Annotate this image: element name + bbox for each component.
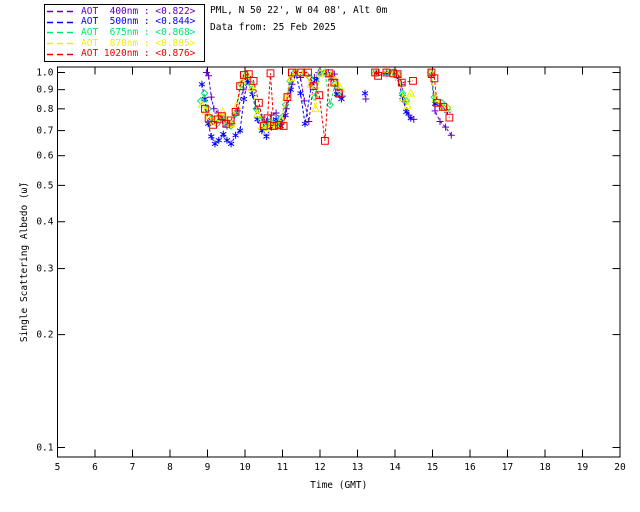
x-tick-label: 18 <box>539 462 551 473</box>
x-tick-label: 11 <box>277 462 289 473</box>
x-tick-label: 10 <box>239 462 251 473</box>
y-axis-label: Single Scattering Albedo (ω̃) <box>19 182 30 342</box>
y-tick-label: 0.8 <box>36 104 53 115</box>
x-tick-label: 8 <box>167 462 173 473</box>
y-tick-label: 0.1 <box>36 443 53 454</box>
series-markers-500nm <box>199 69 345 147</box>
series-675nm <box>198 69 451 130</box>
x-tick-label: 16 <box>464 462 476 473</box>
x-tick-label: 14 <box>389 462 401 473</box>
x-tick-label: 13 <box>352 462 363 473</box>
x-tick-label: 15 <box>427 462 438 473</box>
x-tick-label: 9 <box>205 462 211 473</box>
y-tick-label: 0.5 <box>36 180 53 191</box>
x-tick-label: 6 <box>92 462 98 473</box>
y-tick-label: 0.9 <box>36 85 53 96</box>
x-tick-label: 12 <box>314 462 325 473</box>
plot-canvas: AOT 400nm : <0.822>AOT 500nm : <0.844>AO… <box>0 0 640 512</box>
y-tick-label: 0.3 <box>36 264 53 275</box>
y-tick-label: 1.0 <box>36 68 53 79</box>
series-markers-500nm <box>362 90 368 97</box>
x-tick-label: 17 <box>502 462 513 473</box>
x-axis-label: Time (GMT) <box>310 480 367 491</box>
series-markers-1020nm <box>372 69 417 86</box>
x-tick-label: 5 <box>55 462 61 473</box>
y-tick-label: 0.2 <box>36 330 53 341</box>
x-tick-label: 19 <box>577 462 589 473</box>
x-tick-label: 20 <box>614 462 626 473</box>
plot-frame <box>58 67 621 457</box>
y-tick-label: 0.6 <box>36 151 53 162</box>
x-tick-label: 7 <box>130 462 136 473</box>
series-markers-400nm <box>362 96 369 103</box>
y-tick-label: 0.4 <box>36 217 53 228</box>
y-tick-label: 0.7 <box>36 126 53 137</box>
series-870nm <box>198 69 452 134</box>
ssa-chart: 5 6 7 8 9 10 11 12 13 14 15 16 17 18 19 20 1.0 0.9 0.8 0.7 0… <box>0 0 640 512</box>
